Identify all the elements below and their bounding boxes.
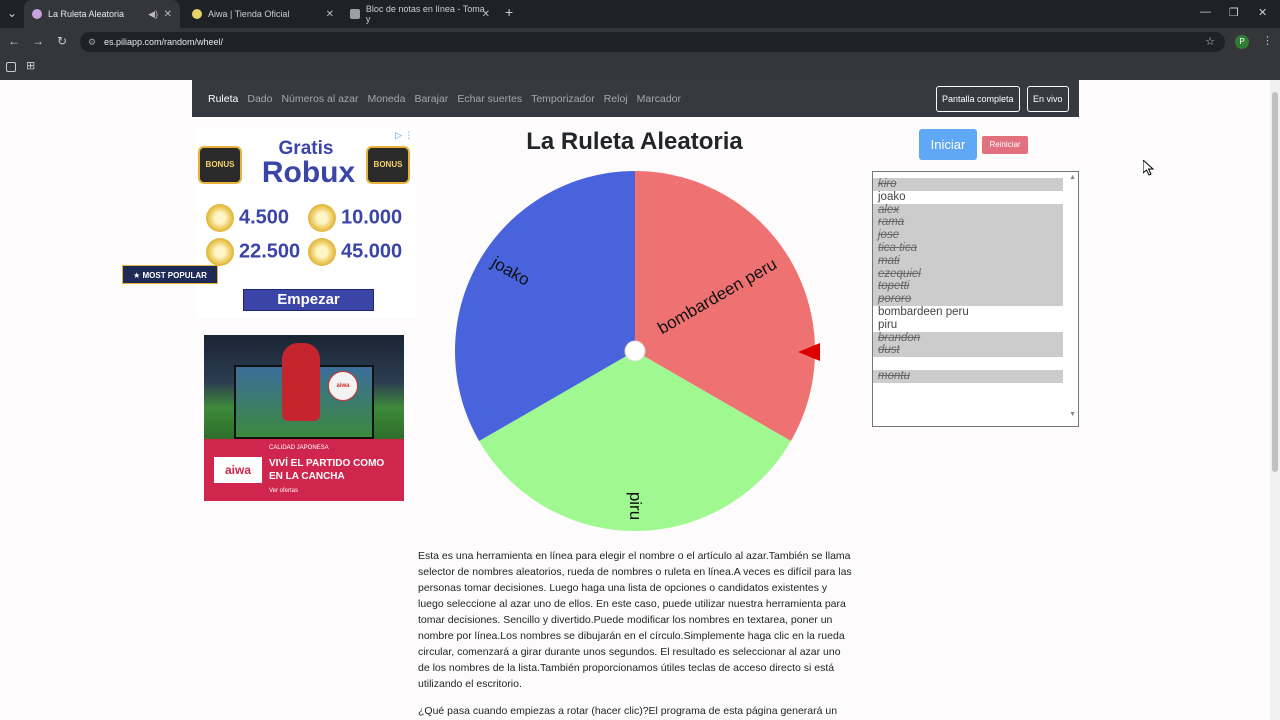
name-line[interactable]: bombardeen peru [873, 306, 1063, 319]
close-tab-icon[interactable]: ✕ [326, 9, 334, 20]
amount-3: 22.500 [206, 238, 300, 266]
coin-icon [308, 204, 336, 232]
nav-barajar[interactable]: Barajar [414, 93, 448, 105]
speaker-icon[interactable]: ◀) [148, 9, 158, 20]
menu-kebab-icon[interactable]: ⋮ [1262, 34, 1273, 47]
name-line[interactable] [873, 357, 1063, 370]
ad-headline: VIVÍ EL PARTIDO COMO EN LA CANCHA [269, 458, 385, 482]
aiwa-ad[interactable]: aiwa aiwa CALIDAD JAPONESA VIVÍ EL PARTI… [204, 335, 404, 501]
wheel-pointer-icon [798, 343, 820, 361]
name-line[interactable]: mati [873, 254, 1063, 268]
bookmarks-bar: ⊞ [0, 56, 1280, 80]
amount-1: 4.500 [206, 204, 289, 232]
nav-moneda[interactable]: Moneda [368, 93, 406, 105]
nav-ruleta[interactable]: Ruleta [208, 93, 238, 105]
url-text: es.piliapp.com/random/wheel/ [104, 37, 224, 47]
empezar-button[interactable]: Empezar [243, 289, 374, 311]
name-line[interactable]: piru [873, 319, 1063, 332]
close-tab-icon[interactable]: ✕ [482, 9, 490, 20]
favicon-icon [32, 9, 42, 19]
name-line[interactable]: dust [873, 344, 1063, 358]
coin-icon [206, 238, 234, 266]
tab-bloc[interactable]: Bloc de notas en línea - Toma y ✕ [342, 0, 498, 28]
url-input[interactable]: ⚙ es.piliapp.com/random/wheel/ ☆ [80, 32, 1225, 52]
minimize-icon[interactable]: — [1200, 6, 1211, 18]
tab-title: La Ruleta Aleatoria [48, 9, 125, 19]
address-bar: ← → ↻ ⚙ es.piliapp.com/random/wheel/ ☆ P… [0, 28, 1280, 56]
forward-icon[interactable]: → [30, 34, 46, 48]
site-navbar: Ruleta Dado Números al azar Moneda Baraj… [192, 80, 1079, 117]
amount-2: 10.000 [308, 204, 402, 232]
ad-banner: aiwa CALIDAD JAPONESA VIVÍ EL PARTIDO CO… [204, 439, 404, 501]
favicon-icon [192, 9, 202, 19]
live-button[interactable]: En vivo [1027, 86, 1069, 112]
name-line[interactable]: tica tica [873, 241, 1063, 255]
ad-image: aiwa [204, 335, 404, 439]
name-line[interactable]: jose [873, 229, 1063, 242]
wheel-label: piru [626, 492, 645, 520]
close-window-icon[interactable]: ✕ [1258, 6, 1267, 19]
nav-echar-suertes[interactable]: Echar suertes [457, 93, 522, 105]
reset-button[interactable]: Reiniciar [982, 136, 1028, 154]
nav-numeros[interactable]: Números al azar [281, 93, 358, 105]
nav-temporizador[interactable]: Temporizador [531, 93, 595, 105]
profile-avatar[interactable]: P [1235, 35, 1249, 49]
back-icon[interactable]: ← [6, 34, 22, 48]
reload-icon[interactable]: ↻ [54, 34, 70, 48]
coin-icon [308, 238, 336, 266]
name-line[interactable]: montu [873, 369, 1063, 383]
most-popular-badge: ★ MOST POPULAR [122, 265, 218, 284]
bookmark-icon[interactable] [6, 62, 16, 72]
tab-title: Aiwa | Tienda Oficial [208, 9, 290, 19]
description-paragraph: Esta es una herramienta en línea para el… [418, 550, 852, 690]
adchoices-icon[interactable]: ▷ ⋮ [395, 130, 413, 141]
amount-4: 45.000 [308, 238, 402, 266]
tab-ruleta[interactable]: La Ruleta Aleatoria ◀) ✕ [24, 0, 180, 28]
page-content: Ruleta Dado Números al azar Moneda Baraj… [0, 80, 1270, 720]
ad-tag: CALIDAD JAPONESA [269, 445, 329, 451]
bookmark-star-icon[interactable]: ☆ [1205, 32, 1215, 52]
ball-graphic: aiwa [328, 371, 358, 401]
name-line[interactable]: ezequiel [873, 267, 1063, 281]
player-graphic [282, 343, 320, 421]
name-line[interactable]: joako [873, 191, 1063, 204]
description-paragraph-2: ¿Qué pasa cuando empiezas a rotar (hacer… [418, 705, 838, 717]
wheel[interactable]: bombardeen peru piru joako [454, 170, 816, 532]
tab-strip: ⌄ La Ruleta Aleatoria ◀) ✕ Aiwa | Tienda… [0, 0, 1280, 28]
page-scrollbar[interactable] [1270, 80, 1280, 720]
name-line[interactable]: brandon [873, 331, 1063, 345]
name-line[interactable]: rama [873, 216, 1063, 230]
coin-icon [206, 204, 234, 232]
site-info-icon[interactable]: ⚙ [88, 32, 96, 52]
page-title: La Ruleta Aleatoria [526, 128, 743, 155]
mouse-cursor-icon [1143, 160, 1155, 176]
name-line[interactable]: topetti [873, 280, 1063, 294]
name-line[interactable]: pororo [873, 293, 1063, 306]
start-button[interactable]: Iniciar [919, 129, 977, 160]
name-line[interactable]: kiro [873, 178, 1063, 191]
favicon-icon [350, 9, 360, 19]
nav-reloj[interactable]: Reloj [604, 93, 628, 105]
scroll-up-icon[interactable]: ▲ [1069, 174, 1076, 181]
apps-grid-icon[interactable]: ⊞ [26, 59, 35, 72]
aiwa-logo: aiwa [214, 457, 262, 483]
ad-cta[interactable]: Ver ofertas [269, 488, 298, 494]
scroll-down-icon[interactable]: ▼ [1069, 411, 1076, 418]
tab-title: Bloc de notas en línea - Toma y [365, 4, 485, 24]
fullscreen-button[interactable]: Pantalla completa [936, 86, 1020, 112]
scrollbar-thumb[interactable] [1272, 92, 1278, 472]
names-textarea[interactable]: kiro joako alex rama jose tica tica mati ezequi… [872, 171, 1079, 427]
wheel-center [624, 340, 646, 362]
new-tab-button[interactable]: + [505, 4, 513, 20]
ad-robux-text: Robux [261, 156, 356, 189]
tab-search-icon[interactable]: ⌄ [4, 6, 20, 20]
nav-marcador[interactable]: Marcador [637, 93, 681, 105]
tab-aiwa[interactable]: Aiwa | Tienda Oficial ✕ [184, 0, 342, 28]
maximize-icon[interactable]: ❐ [1229, 6, 1239, 19]
nav-dado[interactable]: Dado [247, 93, 272, 105]
close-tab-icon[interactable]: ✕ [164, 9, 172, 20]
name-line[interactable]: alex [873, 203, 1063, 217]
